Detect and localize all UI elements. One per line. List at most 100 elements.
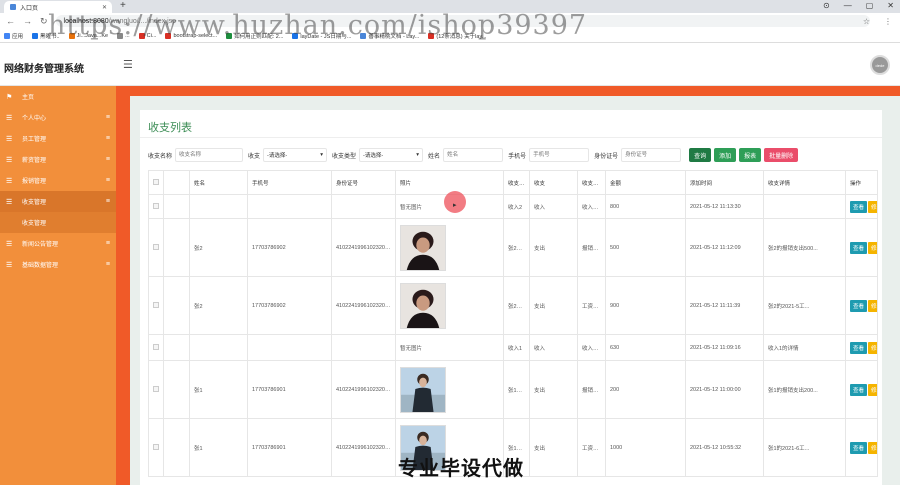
forward-icon[interactable]: → bbox=[23, 16, 32, 26]
category-select[interactable]: -请选择- ▾ bbox=[359, 148, 424, 162]
reload-icon[interactable]: ↻ bbox=[40, 16, 48, 27]
title-cell: 张2的报销支出500.0 bbox=[508, 245, 529, 252]
table-cell: 张1的报销支出200... bbox=[763, 360, 846, 419]
sidebar-item-8[interactable]: ☰ 基础数据管理 ≡ bbox=[0, 254, 116, 275]
view-button[interactable]: 查看 bbox=[850, 441, 868, 454]
table-cell: 收入类型2 bbox=[577, 334, 606, 361]
sidebar-item-1[interactable]: ☰ 个人中心 ≡ bbox=[0, 107, 116, 128]
list-icon: ☰ bbox=[6, 198, 13, 206]
category-label: 收支类型 bbox=[332, 153, 357, 160]
bookmark-label: ... bbox=[125, 32, 130, 39]
table-cell bbox=[331, 194, 396, 219]
bookmark-item[interactable]: Ji...Java...Ke bbox=[68, 32, 108, 39]
row-checkbox[interactable] bbox=[153, 385, 159, 392]
sidebar-item-7[interactable]: ☰ 新闻公告管理 ≡ bbox=[0, 233, 116, 254]
sidebar-item-2[interactable]: ☰ 员工管理 ≡ bbox=[0, 128, 116, 149]
table-cell bbox=[163, 194, 190, 219]
bookmark-item[interactable]: layDate - JS日期与... bbox=[292, 32, 351, 40]
table-cell bbox=[189, 194, 248, 219]
bookmark-item[interactable]: ... bbox=[117, 32, 130, 39]
phone-input[interactable] bbox=[529, 148, 590, 162]
person-input[interactable] bbox=[443, 148, 504, 162]
add-button[interactable]: 添加 bbox=[714, 148, 737, 162]
list-icon: ☰ bbox=[6, 114, 13, 122]
name-cell: 张2 bbox=[194, 245, 203, 252]
bookmark-item[interactable]: bootstrap-select... bbox=[165, 32, 218, 39]
profile-icon[interactable]: ⊙ bbox=[823, 1, 830, 10]
sidebar: ⚑ 主页 ☰ 个人中心 ≡ ☰ 员工管理 ≡ ☰ 薪资管理 ≡ ☰ 报销管理 ≡ ☰ 收支管理 ≡ 收支管理 ☰ 新闻… bbox=[0, 86, 116, 485]
row-checkbox[interactable] bbox=[153, 202, 159, 209]
detail-cell: 张2的报销支出500... bbox=[768, 245, 818, 252]
column-header: 操作 bbox=[845, 170, 878, 195]
idcard-input[interactable] bbox=[621, 148, 682, 162]
edit-button[interactable]: 修改 bbox=[868, 299, 877, 312]
browser-tab[interactable]: 入口页 ✕ bbox=[4, 1, 112, 13]
sidebar-item-4[interactable]: ☰ 报销管理 ≡ bbox=[0, 170, 116, 191]
bookmark-item[interactable]: 黑曜书.. bbox=[32, 32, 60, 40]
bookmark-label: bootstrap-select... bbox=[173, 32, 218, 39]
table-cell: 张2的报销支出500.0 bbox=[503, 218, 530, 277]
sidebar-item-label: 员工管理 bbox=[22, 137, 47, 143]
bookmark-item[interactable]: (12条消息) 关于lay... bbox=[428, 32, 486, 40]
sidebar-item-3[interactable]: ☰ 薪资管理 ≡ bbox=[0, 149, 116, 170]
row-checkbox[interactable] bbox=[153, 301, 159, 308]
table-row: 暂无图片 收入1 收入 收入类型2 630 2021-05-12 11:09:16 收入1的… bbox=[148, 334, 878, 361]
bookmark-item[interactable]: 如何用正则匹配: 2... bbox=[226, 32, 283, 40]
table-cell: 2021-05-12 11:00:00 bbox=[685, 360, 764, 419]
bookmark-item[interactable]: 应用 bbox=[4, 32, 23, 40]
url-input[interactable]: localhost:8080 /wangluo/..../index.jsp bbox=[55, 15, 870, 27]
view-button[interactable]: 查看 bbox=[850, 341, 868, 354]
sidebar-item-label: 收支管理 bbox=[22, 221, 47, 227]
sidebar-item-0[interactable]: ⚑ 主页 bbox=[0, 86, 116, 107]
table-cell: 410224199610232001 bbox=[331, 418, 396, 477]
sidebar-item-5[interactable]: ☰ 收支管理 ≡ bbox=[0, 191, 116, 212]
query-button[interactable]: 查询 bbox=[689, 148, 712, 162]
view-button[interactable]: 查看 bbox=[850, 383, 868, 396]
table-header: 姓名 手机号 身份证号 照片 收支名称 收支 收支类型 金额 添加时间 收支详情 操作 bbox=[148, 170, 878, 195]
maximize-icon[interactable]: ▢ bbox=[866, 1, 874, 10]
table-cell: 张1 bbox=[189, 360, 248, 419]
edit-button[interactable]: 修改 bbox=[868, 383, 877, 396]
table-cell: 2021-05-12 11:13:30 bbox=[685, 194, 764, 219]
name-input[interactable] bbox=[175, 148, 244, 162]
view-button[interactable]: 查看 bbox=[850, 241, 868, 254]
column-header: 姓名 bbox=[189, 170, 248, 195]
avatar[interactable]: dede bbox=[870, 55, 890, 75]
table-cell: 暂无图片 bbox=[395, 334, 504, 361]
table-cell: 收入1的详情 bbox=[763, 334, 846, 361]
browser-menu-icon[interactable]: ⋮ bbox=[884, 17, 892, 26]
edit-button[interactable]: 修改 bbox=[868, 441, 877, 454]
expand-icon: ≡ bbox=[105, 114, 110, 121]
close-tab-icon[interactable]: ✕ bbox=[102, 4, 107, 11]
detail-cell: 张2的2021-5工... bbox=[768, 303, 810, 310]
row-checkbox[interactable] bbox=[153, 343, 159, 350]
back-icon[interactable]: ← bbox=[6, 16, 15, 26]
table-row: 张1 17703786901 410224199610232001 张1的报销支出20… bbox=[148, 360, 878, 419]
row-checkbox[interactable] bbox=[153, 443, 159, 450]
type-select[interactable]: -请选择- ▾ bbox=[263, 148, 328, 162]
bookmark-label: Ci... bbox=[146, 32, 157, 39]
row-checkbox[interactable] bbox=[153, 243, 159, 250]
select-all-checkbox[interactable] bbox=[153, 178, 159, 185]
edit-button[interactable]: 修改 bbox=[868, 341, 877, 354]
report-button[interactable]: 报表 bbox=[739, 148, 762, 162]
table-cell bbox=[395, 276, 504, 335]
table-cell: 支出 bbox=[529, 276, 578, 335]
ktype-cell: 工资支出 bbox=[582, 445, 605, 452]
edit-button[interactable]: 修改 bbox=[868, 241, 877, 254]
bookmark-label: (12条消息) 关于lay... bbox=[436, 33, 487, 40]
bookmark-item[interactable]: Ci... bbox=[138, 32, 157, 39]
view-button[interactable]: 查看 bbox=[850, 299, 868, 312]
view-button[interactable]: 查看 bbox=[850, 200, 868, 213]
minimize-icon[interactable]: — bbox=[844, 1, 852, 10]
edit-button[interactable]: 修改 bbox=[868, 200, 877, 213]
search-row: 收支名称 收支 -请选择- ▾ 收支类型 -请选择- ▾ 姓名 手机号 身份证号 查… bbox=[148, 144, 878, 166]
window-controls: ⊙ — ▢ ✕ bbox=[823, 1, 894, 10]
close-window-icon[interactable]: ✕ bbox=[887, 1, 894, 10]
sidebar-item-6[interactable]: 收支管理 bbox=[0, 212, 116, 233]
menu-toggle-icon[interactable]: ☰ bbox=[123, 58, 133, 71]
bookmark-item[interactable]: 善事精桃文档 - Lay... bbox=[360, 32, 419, 40]
batch-delete-button[interactable]: 批量删除 bbox=[764, 148, 799, 162]
bookmark-star-icon[interactable]: ☆ bbox=[863, 17, 870, 26]
new-tab-icon[interactable]: + bbox=[120, 0, 126, 11]
